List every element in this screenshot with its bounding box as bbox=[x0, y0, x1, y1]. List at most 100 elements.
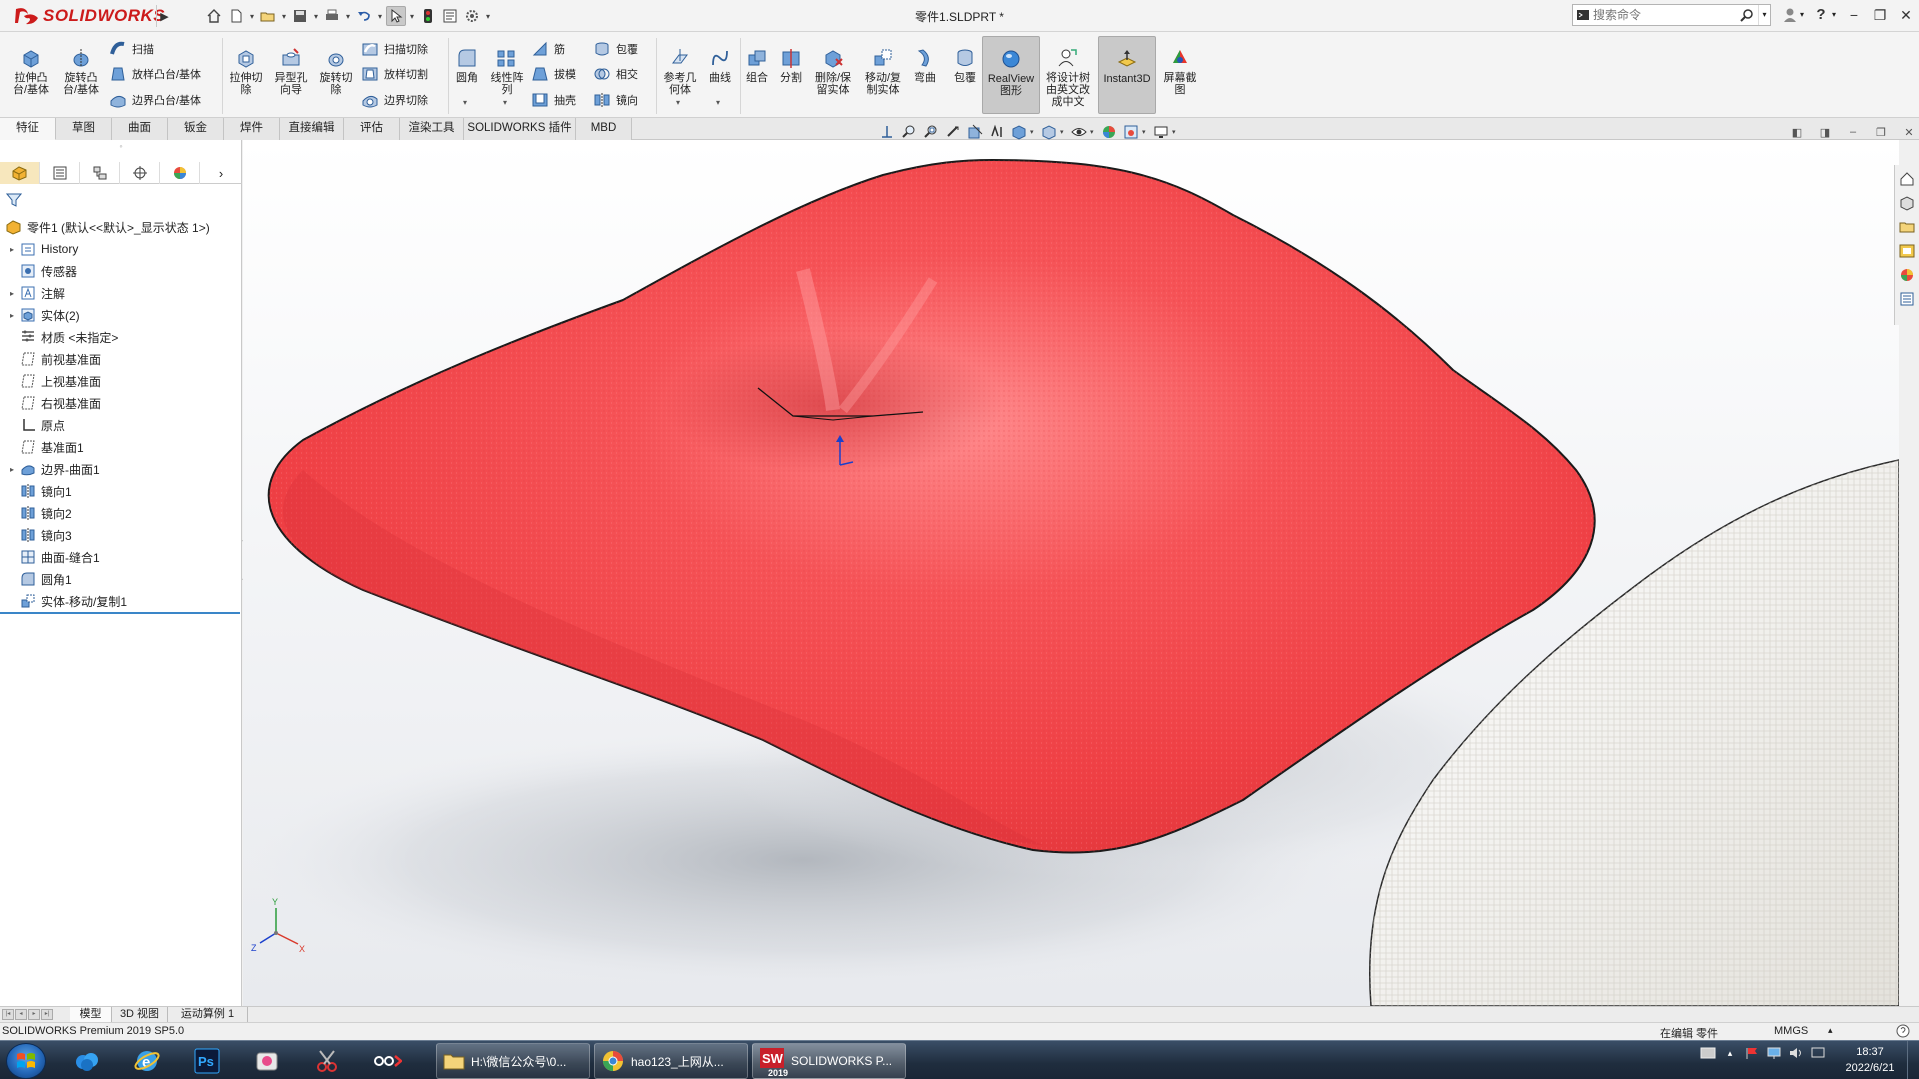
property-manager-tab-icon[interactable] bbox=[40, 162, 80, 184]
view-settings-icon[interactable] bbox=[1150, 122, 1172, 142]
solidworks-logo[interactable]: SOLIDWORKS bbox=[14, 5, 165, 27]
tree-root-part[interactable]: 零件1 (默认<<默认>_显示状态 1>) bbox=[0, 216, 242, 238]
tab-sheet-metal[interactable]: 钣金 bbox=[168, 118, 224, 140]
tree-item[interactable]: 右视基准面 bbox=[0, 392, 242, 414]
mirror-button[interactable]: 镜向 bbox=[592, 89, 638, 111]
tab-sketch[interactable]: 草图 bbox=[56, 118, 112, 140]
split-button[interactable]: 分割 bbox=[776, 46, 806, 84]
unit-system[interactable]: MMGS bbox=[1774, 1025, 1808, 1037]
viewport-restore-icon[interactable]: ❐ bbox=[1874, 125, 1888, 139]
curves-button[interactable]: 曲线 bbox=[704, 46, 736, 84]
tree-item[interactable]: ▸ History bbox=[0, 238, 242, 260]
lofted-cut-button[interactable]: 放样切割 bbox=[360, 63, 428, 85]
start-button[interactable] bbox=[6, 1043, 46, 1079]
boundary-boss-button[interactable]: 边界凸台/基体 bbox=[108, 89, 201, 111]
options-gear-icon[interactable] bbox=[462, 6, 482, 26]
select-arrow-icon[interactable] bbox=[386, 6, 406, 26]
rib-button[interactable]: 筋 bbox=[530, 38, 565, 60]
tab-render-tools[interactable]: 渲染工具 bbox=[400, 118, 464, 140]
loft-boss-button[interactable]: 放样凸台/基体 bbox=[108, 63, 201, 85]
display-style-icon[interactable] bbox=[1038, 122, 1060, 142]
linear-pattern-button[interactable]: 线性阵 列 bbox=[486, 46, 528, 96]
tree-item[interactable]: 基准面1 bbox=[0, 436, 242, 458]
rebuild-traffic-light-icon[interactable] bbox=[418, 6, 438, 26]
tree-item[interactable]: 原点 bbox=[0, 414, 242, 436]
save-dropdown-icon[interactable]: ▾ bbox=[312, 12, 320, 21]
minimize-button[interactable]: − bbox=[1842, 4, 1866, 26]
previous-view-icon[interactable] bbox=[942, 122, 964, 142]
undo-dropdown-icon[interactable]: ▾ bbox=[376, 12, 384, 21]
tab-model[interactable]: 模型 bbox=[70, 1007, 112, 1023]
undo-icon[interactable] bbox=[354, 6, 374, 26]
viewport-tile-left-icon[interactable]: ◧ bbox=[1790, 125, 1804, 139]
zoom-to-area-icon[interactable] bbox=[920, 122, 942, 142]
tree-item[interactable]: 曲面-缝合1 bbox=[0, 546, 242, 568]
move-copy-body-button[interactable]: 移动/复 制实体 bbox=[860, 46, 906, 96]
new-dropdown-icon[interactable]: ▾ bbox=[248, 12, 256, 21]
open-file-icon[interactable] bbox=[258, 6, 278, 26]
screenshot-app-pinned[interactable] bbox=[240, 1043, 294, 1079]
save-icon[interactable] bbox=[290, 6, 310, 26]
swept-cut-button[interactable]: 扫描切除 bbox=[360, 38, 428, 60]
select-dropdown-icon[interactable]: ▾ bbox=[408, 12, 416, 21]
tree-item[interactable]: 镜向2 bbox=[0, 502, 242, 524]
featuremanager-tree-tab-icon[interactable] bbox=[0, 162, 40, 184]
extrude-cut-button[interactable]: 拉伸切 除 bbox=[226, 46, 266, 96]
hole-wizard-button[interactable]: 异型孔 向导 bbox=[270, 46, 312, 96]
photoshop-pinned[interactable]: Ps bbox=[180, 1043, 234, 1079]
viewport-tile-right-icon[interactable]: ◨ bbox=[1818, 125, 1832, 139]
configuration-manager-tab-icon[interactable] bbox=[80, 162, 120, 184]
tab-surfaces[interactable]: 曲面 bbox=[112, 118, 168, 140]
realview-button[interactable]: RealView 图形 bbox=[982, 36, 1040, 114]
prev-tab-icon[interactable]: ◂ bbox=[15, 1009, 27, 1020]
units-dropdown-icon[interactable]: ▴ bbox=[1828, 1025, 1833, 1036]
show-desktop-button[interactable] bbox=[1907, 1041, 1919, 1079]
tree-item[interactable]: 镜向3 bbox=[0, 524, 242, 546]
tree-item[interactable]: 实体-移动/复制1 bbox=[0, 590, 242, 612]
tab-mbd[interactable]: MBD bbox=[576, 118, 632, 140]
menu-flyout-arrow[interactable]: ▶ bbox=[156, 5, 172, 27]
help-icon[interactable]: ? bbox=[1810, 6, 1832, 23]
hide-show-items-icon[interactable] bbox=[1068, 122, 1090, 142]
home-icon[interactable] bbox=[204, 6, 224, 26]
tab-motion-study[interactable]: 运动算例 1 bbox=[168, 1007, 248, 1023]
ref-geometry-dropdown-icon[interactable]: ▾ bbox=[676, 98, 680, 107]
restore-button[interactable]: ❐ bbox=[1868, 4, 1892, 26]
search-dropdown-icon[interactable]: ▾ bbox=[1758, 5, 1770, 25]
extrude-boss-button[interactable]: 拉伸凸 台/基体 bbox=[10, 46, 52, 96]
edit-appearance-icon[interactable] bbox=[1098, 122, 1120, 142]
command-search-icon[interactable] bbox=[1573, 5, 1593, 25]
keyboard-icon[interactable] bbox=[1700, 1045, 1716, 1061]
panel-grip[interactable]: ◦ bbox=[0, 140, 242, 152]
filter-icon[interactable] bbox=[5, 192, 26, 212]
network-icon[interactable] bbox=[1766, 1045, 1782, 1061]
tree-item[interactable]: 传感器 bbox=[0, 260, 242, 282]
flex-button[interactable]: 弯曲 bbox=[910, 46, 940, 84]
tree-item[interactable]: ▸ 注解 bbox=[0, 282, 242, 304]
baidu-netdisk-pinned[interactable] bbox=[60, 1043, 114, 1079]
view-orientation-cube-icon[interactable] bbox=[1008, 122, 1030, 142]
taskbar-window-browser[interactable]: hao123_上网从... bbox=[594, 1043, 748, 1079]
sweep-button[interactable]: 扫描 bbox=[108, 38, 154, 60]
tab-evaluate[interactable]: 评估 bbox=[344, 118, 400, 140]
last-tab-icon[interactable]: ▸| bbox=[41, 1009, 53, 1020]
action-center-icon[interactable] bbox=[1810, 1045, 1826, 1061]
revolve-cut-button[interactable]: 旋转切 除 bbox=[316, 46, 356, 96]
open-dropdown-icon[interactable]: ▾ bbox=[280, 12, 288, 21]
graphics-area[interactable]: Y X Z bbox=[243, 140, 1899, 1006]
user-icon[interactable] bbox=[1780, 7, 1800, 23]
tray-expand-icon[interactable]: ▴ bbox=[1722, 1045, 1738, 1061]
expand-arrow-icon[interactable]: ▸ bbox=[6, 311, 18, 320]
viewport-minimize-icon[interactable]: – bbox=[1846, 125, 1860, 139]
draft-button[interactable]: 拔模 bbox=[530, 63, 576, 85]
tab-direct-editing[interactable]: 直接编辑 bbox=[280, 118, 344, 140]
new-file-icon[interactable] bbox=[226, 6, 246, 26]
search-icon[interactable] bbox=[1736, 8, 1758, 22]
tree-item[interactable]: 材质 <未指定> bbox=[0, 326, 242, 348]
curves-dropdown-icon[interactable]: ▾ bbox=[716, 98, 720, 107]
revolve-boss-button[interactable]: 旋转凸 台/基体 bbox=[60, 46, 102, 96]
expand-arrow-icon[interactable]: ▸ bbox=[6, 245, 18, 254]
security-flag-icon[interactable] bbox=[1744, 1045, 1760, 1061]
translate-tree-button[interactable]: 将设计树 由英文改 成中文 bbox=[1042, 46, 1094, 108]
zoom-to-fit-icon[interactable] bbox=[898, 122, 920, 142]
